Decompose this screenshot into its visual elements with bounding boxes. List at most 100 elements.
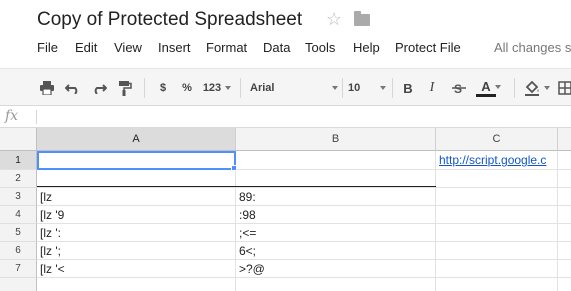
number-format-label: 123 [202,82,222,94]
toolbar-separator [240,78,241,98]
cell-c6[interactable] [436,242,558,260]
font-family-dropdown[interactable]: Arial [250,77,338,99]
undo-icon [65,84,78,94]
column-header-c[interactable]: C [436,128,558,151]
toolbar-separator [514,78,515,98]
row-header-7[interactable]: 7 [0,260,37,278]
fx-label: fx [5,108,19,124]
menu-format[interactable]: Format [206,40,247,55]
document-title[interactable]: Copy of Protected Spreadsheet [37,9,302,31]
bold-button[interactable]: B [400,77,416,99]
cell-c7[interactable] [436,260,558,278]
cell-border-bottom-row-2 [37,186,436,187]
cell-d5[interactable] [558,224,571,242]
borders-button[interactable] [557,77,571,99]
menu-view[interactable]: View [114,40,142,55]
column-header-a[interactable]: A [37,128,236,151]
redo-icon [94,84,107,94]
number-format-dropdown[interactable]: 123 [200,77,234,99]
toolbar-separator [392,78,393,98]
formula-bar: fx [0,106,571,128]
cell-c5[interactable] [436,224,558,242]
star-icon[interactable]: ☆ [326,9,342,29]
row-header-1[interactable]: 1 [0,151,37,170]
column-header-b[interactable]: B [236,128,436,151]
cell-c2[interactable] [436,170,558,188]
cell-c8[interactable] [436,278,558,291]
menu-help[interactable]: Help [353,40,380,55]
cell-c4[interactable] [436,206,558,224]
print-button[interactable] [36,77,58,99]
menu-file[interactable]: File [37,40,58,55]
spreadsheet-grid: A B C 1 2 3 4 5 6 7 http://script.google… [0,128,571,291]
borders-icon [558,81,571,95]
font-size-dropdown[interactable]: 10 [348,77,386,99]
cell-a5[interactable]: [lz ': [37,224,236,242]
toolbar: $ % 123 Arial 10 B I S A [0,68,571,106]
menu-insert[interactable]: Insert [158,40,191,55]
paint-bucket-icon [525,80,539,96]
cell-a7[interactable]: [lz '< [37,260,236,278]
strikethrough-button[interactable]: S [450,77,468,99]
text-color-label: A [481,79,491,94]
cell-d2[interactable] [558,170,571,188]
menu-tools[interactable]: Tools [305,40,335,55]
row-header-8[interactable] [0,278,37,291]
row-header-5[interactable]: 5 [0,224,37,242]
chevron-down-icon [380,86,386,90]
save-status: All changes s [494,40,571,55]
italic-button[interactable]: I [424,77,440,99]
active-cell-selection [37,151,236,170]
formula-input[interactable] [40,108,560,126]
cell-d3[interactable] [558,188,571,206]
cell-b1[interactable] [236,151,436,170]
cell-a4[interactable]: [lz '9 [37,206,236,224]
menu-protect-file[interactable]: Protect File [395,40,461,55]
formula-separator [36,110,37,124]
cell-d6[interactable] [558,242,571,260]
cell-a3[interactable]: [lz [37,188,236,206]
cell-d7[interactable] [558,260,571,278]
menu-edit[interactable]: Edit [75,40,97,55]
cell-b6[interactable]: 6<; [236,242,436,260]
percent-format-button[interactable]: % [178,77,196,99]
row-header-6[interactable]: 6 [0,242,37,260]
strikethrough-icon: S [452,82,466,95]
row-header-2[interactable]: 2 [0,170,37,188]
cell-b3[interactable]: 89: [236,188,436,206]
fill-handle[interactable] [231,165,237,171]
cell-d1[interactable] [558,151,571,170]
redo-button[interactable] [88,77,110,99]
cell-d8[interactable] [558,278,571,291]
currency-format-button[interactable]: $ [154,77,172,99]
chevron-down-icon [494,84,501,89]
paint-format-button[interactable] [114,77,136,99]
fill-color-button[interactable] [522,77,552,99]
chevron-down-icon [225,86,232,90]
cell-d4[interactable] [558,206,571,224]
cell-a6[interactable]: [lz '; [37,242,236,260]
paint-roller-icon [119,81,132,96]
menu-data[interactable]: Data [263,40,290,55]
row-header-4[interactable]: 4 [0,206,37,224]
chevron-down-icon [544,86,550,90]
cell-b5[interactable]: ;<= [236,224,436,242]
column-header-d[interactable] [558,128,571,151]
cell-a8[interactable] [37,278,236,291]
cell-c3[interactable] [436,188,558,206]
cell-b8[interactable] [236,278,436,291]
font-size-label: 10 [348,82,361,94]
cell-b7[interactable]: >?@ [236,260,436,278]
menu-bar: File Edit View Insert Format Data Tools … [0,38,571,60]
toolbar-separator [144,78,145,98]
cell-c1-link[interactable]: http://script.google.c [436,151,558,170]
font-family-label: Arial [250,82,275,94]
text-color-button[interactable]: A [474,77,508,99]
title-bar: Copy of Protected Spreadsheet ☆ [0,0,571,38]
select-all-corner[interactable] [0,128,37,151]
print-icon [40,81,54,95]
undo-button[interactable] [62,77,84,99]
row-header-3[interactable]: 3 [0,188,37,206]
cell-b4[interactable]: :98 [236,206,436,224]
folder-icon[interactable] [354,11,370,26]
